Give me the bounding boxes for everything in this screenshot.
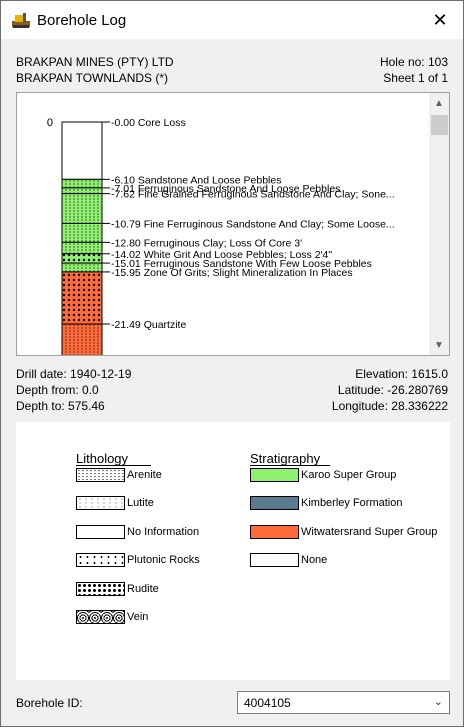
depth-zero-label: 0 [47, 117, 53, 129]
lutite-swatch [76, 496, 125, 510]
layer-label: -0.00 Core Loss [111, 117, 186, 129]
borehole-id-value: 4004105 [244, 696, 291, 710]
lithology-heading: Lithology [76, 451, 129, 466]
borehole-log-view[interactable]: 0 -0.00 Core Loss -6.10 Sandstone And Loo… [16, 92, 450, 356]
drill-date: Drill date: 1940-12-19 [16, 367, 132, 381]
depth-from: Depth from: 0.0 [16, 383, 99, 397]
log-layer-pattern [62, 324, 102, 355]
depth-to: Depth to: 575.46 [16, 399, 105, 413]
window-title: Borehole Log [37, 12, 127, 29]
log-layer-pattern [62, 253, 102, 264]
longitude: Longitude: 28.336222 [331, 399, 448, 413]
location-name: BRAKPAN TOWNLANDS (*) [16, 71, 169, 85]
arenite-swatch [76, 468, 125, 482]
layer-label: -15.95 Zone Of Grits; Slight Mineralizat… [111, 267, 353, 279]
close-button[interactable]: ✕ [417, 1, 463, 39]
layer-label: -7.62 Fine Grained Ferruginous Sandstone… [111, 189, 395, 201]
borehole-id-label: Borehole ID: [16, 696, 83, 710]
vertical-scrollbar[interactable]: ▲ ▼ [429, 93, 449, 355]
log-layer-pattern [62, 187, 102, 194]
excavator-icon [12, 13, 30, 28]
plutonic-swatch [76, 553, 125, 567]
scroll-up-icon[interactable]: ▲ [429, 93, 449, 113]
kimberley-swatch [250, 496, 299, 510]
legend-item-kimberley: Kimberley Formation [250, 496, 402, 510]
latitude: Latitude: -26.280769 [337, 383, 448, 397]
legend-item-plutonic-rocks: Plutonic Rocks [76, 553, 200, 567]
stratigraphy-heading: Stratigraphy [250, 451, 321, 466]
elevation: Elevation: 1615.0 [355, 367, 448, 381]
hole-number: Hole no: 103 [379, 55, 448, 69]
legend-item-arenite: Arenite [76, 468, 162, 482]
layer-label: -10.79 Fine Ferruginous Sandstone And Cl… [111, 218, 395, 230]
log-layer-pattern [62, 193, 102, 224]
layer-label: -21.49 Quartzite [111, 319, 186, 331]
sheet-number: Sheet 1 of 1 [383, 71, 448, 85]
none-swatch [250, 553, 299, 567]
borehole-log-window: Borehole Log ✕ BRAKPAN MINES (PTY) LTD B… [0, 0, 464, 727]
stratigraphy-heading-underline [250, 465, 330, 466]
log-layer-pattern [62, 271, 102, 325]
legend-item-no-information: No Information [76, 525, 199, 539]
rudite-swatch [76, 582, 125, 596]
borehole-column-chart: 0 -0.00 Core Loss-6.10 Sandstone And Loo… [47, 117, 395, 355]
vein-swatch [76, 610, 125, 624]
chevron-down-icon: ⌄ [433, 696, 443, 708]
scroll-down-icon[interactable]: ▼ [429, 335, 449, 355]
scroll-thumb[interactable] [431, 115, 448, 135]
borehole-id-select[interactable]: 4004105 ⌄ [237, 691, 450, 714]
legend-panel: Lithology Stratigraphy Arenite Lutite No… [16, 422, 450, 680]
company-name: BRAKPAN MINES (PTY) LTD [16, 55, 174, 69]
lithology-heading-underline [76, 465, 151, 466]
legend-item-karoo: Karoo Super Group [250, 468, 396, 482]
karoo-swatch [250, 468, 299, 482]
legend-item-vein: Vein [76, 610, 148, 624]
close-icon: ✕ [432, 9, 448, 30]
legend-item-rudite: Rudite [76, 582, 159, 596]
log-layer-pattern [62, 179, 102, 188]
legend-item-lutite: Lutite [76, 496, 154, 510]
log-layer-pattern [62, 242, 102, 254]
witwatersrand-swatch [250, 525, 299, 539]
layer-label: -12.80 Ferruginous Clay; Loss Of Core 3' [111, 237, 302, 249]
legend-item-witwatersrand: Witwatersrand Super Group [250, 525, 437, 539]
title-bar: Borehole Log ✕ [1, 1, 463, 39]
no-information-swatch [76, 525, 125, 539]
log-layer-pattern [62, 223, 102, 243]
log-layer [61, 121, 103, 180]
log-layer-pattern [62, 263, 102, 272]
legend-item-none: None [250, 553, 327, 567]
